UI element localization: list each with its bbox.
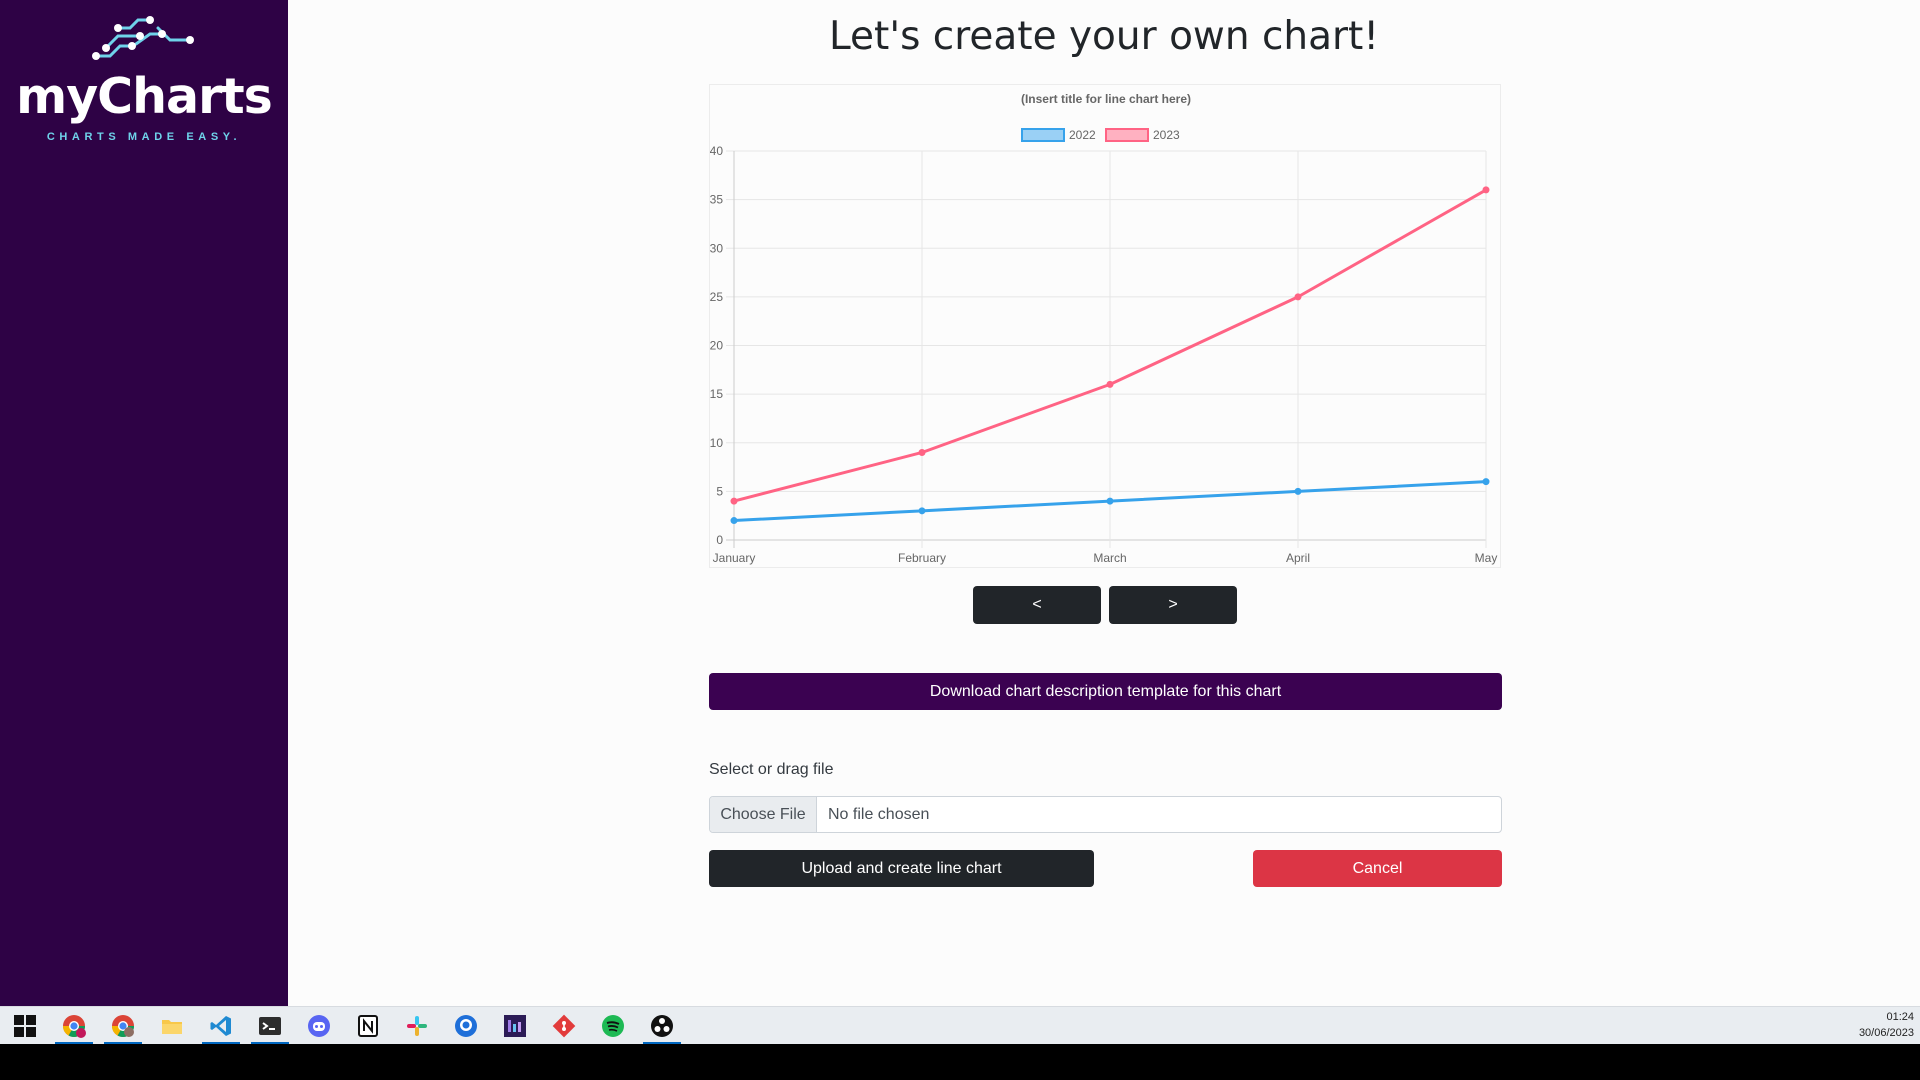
upload-create-button[interactable]: Upload and create line chart: [709, 850, 1094, 887]
windows-start-icon: [14, 1015, 36, 1037]
x-tick-label: February: [898, 551, 946, 565]
sidebar: myCharts CHARTS MADE EASY.: [0, 0, 288, 1006]
x-tick-label: March: [1093, 551, 1126, 565]
brand-tagline: CHARTS MADE EASY.: [46, 131, 242, 143]
file-input-label: Select or drag file: [709, 761, 834, 778]
y-tick-label: 30: [710, 241, 723, 255]
visual-studio-icon: [504, 1015, 526, 1037]
main-content: Let's create your own chart! (Insert tit…: [288, 0, 1920, 1006]
legend-swatch-2023[interactable]: [1105, 128, 1149, 142]
brand-logo[interactable]: myCharts CHARTS MADE EASY.: [0, 0, 288, 160]
taskbar-github-desktop-button[interactable]: [443, 1007, 489, 1045]
taskbar-windows-start-button[interactable]: [2, 1007, 48, 1045]
git-icon: [552, 1014, 576, 1038]
taskbar-discord-button[interactable]: [296, 1007, 342, 1045]
chart-title: (Insert title for line chart here): [1021, 92, 1191, 106]
chrome-profile-icon: [112, 1015, 134, 1037]
x-tick-label: January: [713, 551, 756, 565]
previous-chart-button[interactable]: <: [973, 586, 1101, 624]
x-tick-label: May: [1475, 551, 1498, 565]
download-template-button[interactable]: Download chart description template for …: [709, 673, 1502, 710]
x-tick-label: April: [1286, 551, 1310, 565]
legend-label-2023[interactable]: 2023: [1153, 128, 1180, 142]
data-point-2023[interactable]: [1294, 293, 1302, 301]
y-tick-label: 40: [710, 144, 723, 158]
obs-icon: [651, 1015, 673, 1037]
taskbar-git-button[interactable]: [541, 1007, 587, 1045]
y-tick-label: 35: [710, 193, 723, 207]
taskbar-vscode-button[interactable]: [198, 1007, 244, 1045]
file-explorer-icon: [162, 1020, 182, 1034]
discord-icon: [308, 1015, 330, 1037]
taskbar-file-explorer-button[interactable]: [149, 1007, 195, 1045]
taskbar-visual-studio-button[interactable]: [492, 1007, 538, 1045]
notion-icon: [358, 1015, 378, 1037]
y-tick-label: 0: [716, 533, 723, 547]
line-chart[interactable]: (Insert title for line chart here) 2022 20…: [710, 85, 1502, 569]
legend-label-2022[interactable]: 2022: [1069, 128, 1096, 142]
y-tick-label: 5: [716, 484, 723, 498]
next-chart-button[interactable]: >: [1109, 586, 1237, 624]
taskbar-chrome-profile-button[interactable]: [100, 1007, 146, 1045]
taskbar-terminal-button[interactable]: [247, 1007, 293, 1045]
terminal-icon: [259, 1017, 281, 1035]
data-point-2023[interactable]: [730, 497, 738, 505]
chrome-icon: [63, 1015, 86, 1038]
data-point-2023[interactable]: [1482, 186, 1490, 194]
app-window: myCharts CHARTS MADE EASY. Let's create …: [0, 0, 1920, 1006]
cancel-button[interactable]: Cancel: [1253, 850, 1502, 887]
data-point-2023[interactable]: [918, 448, 926, 456]
vscode-icon: [210, 1016, 231, 1036]
brand-name: myCharts: [16, 68, 273, 125]
spotify-icon: [602, 1015, 624, 1037]
circuit-logo-icon: [92, 16, 194, 60]
data-point-2022[interactable]: [1106, 497, 1114, 505]
data-point-2022[interactable]: [918, 507, 926, 515]
legend-swatch-2022[interactable]: [1021, 128, 1065, 142]
y-tick-label: 25: [710, 290, 723, 304]
file-status-text: No file chosen: [828, 806, 930, 823]
screen-bottom-bar: [0, 1044, 1920, 1080]
y-tick-label: 15: [710, 387, 723, 401]
data-point-2022[interactable]: [1482, 478, 1490, 486]
taskbar-slack-button[interactable]: [394, 1007, 440, 1045]
data-point-2022[interactable]: [1294, 487, 1302, 495]
taskbar: 01:24 30/06/2023: [0, 1006, 1920, 1045]
taskbar-spotify-button[interactable]: [590, 1007, 636, 1045]
y-tick-label: 20: [710, 339, 723, 353]
data-point-2022[interactable]: [730, 517, 738, 525]
clock-date: 30/06/2023: [1858, 1027, 1914, 1039]
taskbar-chrome-button[interactable]: [51, 1007, 97, 1045]
clock-time: 01:24: [1886, 1011, 1914, 1023]
data-point-2023[interactable]: [1106, 380, 1114, 388]
choose-file-button[interactable]: Choose File: [710, 797, 817, 832]
taskbar-notion-button[interactable]: [345, 1007, 391, 1045]
taskbar-obs-button[interactable]: [639, 1007, 685, 1045]
file-input[interactable]: Choose File No file chosen: [709, 796, 1502, 833]
y-tick-label: 10: [710, 436, 723, 450]
chart-card: (Insert title for line chart here) 2022 20…: [709, 84, 1501, 568]
page-title: Let's create your own chart!: [829, 14, 1379, 59]
system-clock[interactable]: 01:24 30/06/2023: [1859, 1009, 1914, 1041]
slack-icon: [407, 1016, 427, 1036]
github-desktop-icon: [455, 1015, 477, 1037]
